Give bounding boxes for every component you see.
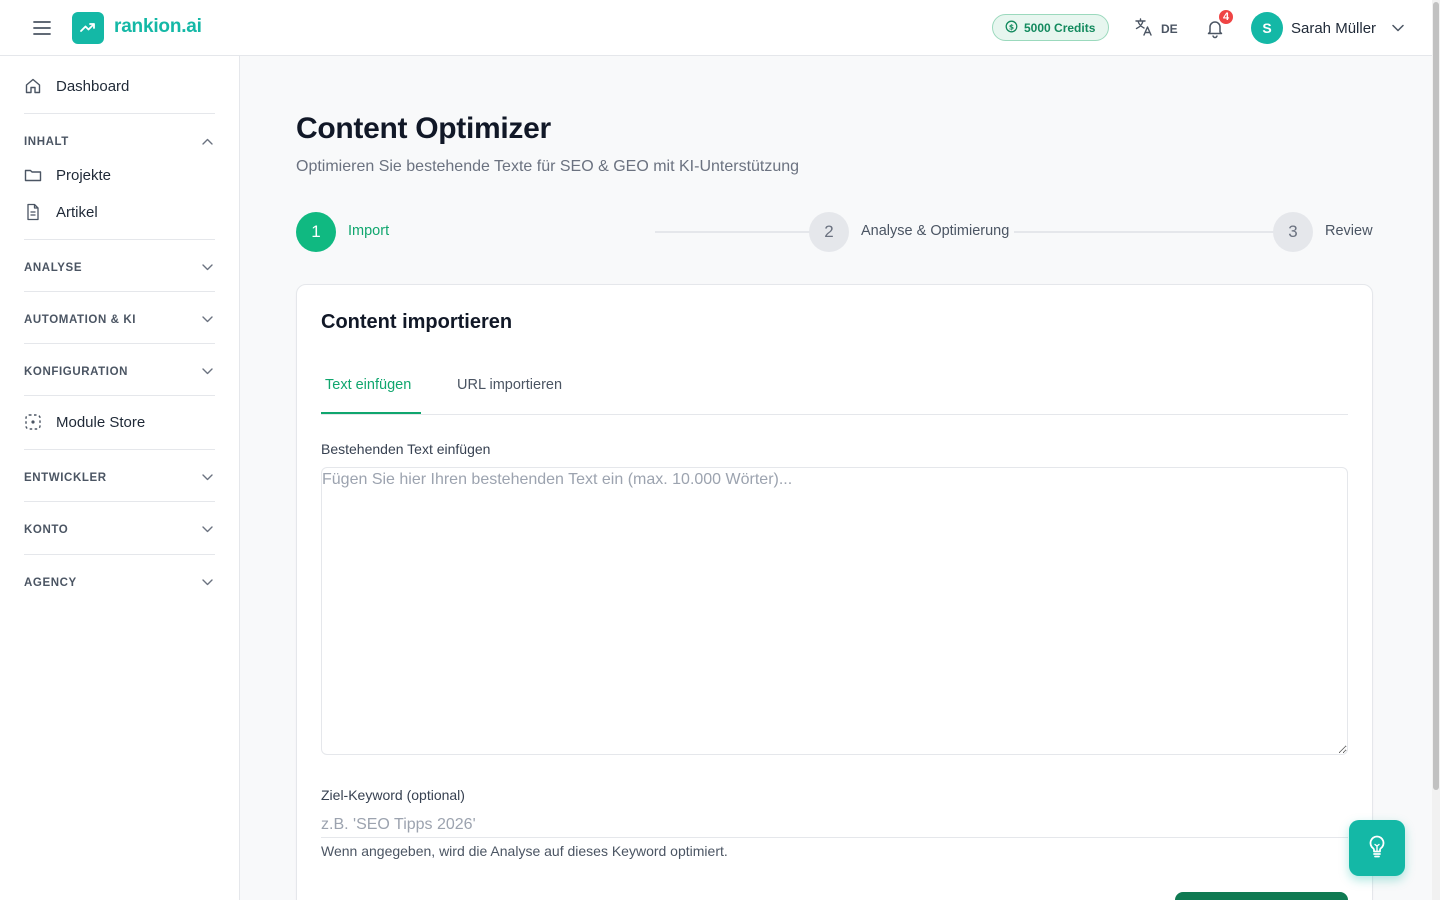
sidebar-divider	[24, 501, 215, 502]
chevron-down-icon	[202, 314, 213, 326]
dashed-box-icon	[24, 413, 42, 431]
scrollbar-thumb[interactable]	[1433, 2, 1439, 790]
notification-count-badge: 4	[1217, 8, 1235, 26]
credits-label: 5000 Credits	[1024, 20, 1096, 35]
page-title: Content Optimizer	[296, 112, 551, 145]
tab-url-importieren[interactable]: URL importieren	[457, 377, 562, 393]
sidebar-item-label: Projekte	[56, 166, 112, 184]
sidebar-item-label: Dashboard	[56, 77, 130, 95]
chevron-up-icon	[202, 136, 213, 148]
sidebar-divider	[24, 291, 215, 292]
tabs-divider	[321, 414, 1348, 415]
translate-icon	[1134, 17, 1154, 40]
keyword-input[interactable]	[321, 812, 1348, 838]
active-tab-indicator	[321, 412, 421, 414]
sidebar-divider	[24, 113, 215, 114]
sidebar-section-analyse[interactable]: ANALYSE	[24, 256, 215, 280]
app-logo-text[interactable]: rankion.ai	[114, 16, 202, 38]
chevron-down-icon	[202, 366, 213, 378]
sidebar-item-projekte[interactable]: Projekte	[24, 159, 215, 191]
sidebar-section-automation[interactable]: AUTOMATION & KI	[24, 308, 215, 332]
sidebar-section-agency[interactable]: AGENCY	[24, 571, 215, 595]
section-label: ANALYSE	[24, 262, 83, 274]
sidebar-section-entwickler[interactable]: ENTWICKLER	[24, 466, 215, 490]
section-label: AUTOMATION & KI	[24, 314, 137, 326]
section-label: INHALT	[24, 136, 69, 148]
step-2-circle: 2	[809, 212, 849, 252]
step-2-label: Analyse & Optimierung	[861, 223, 1010, 239]
user-menu[interactable]: S Sarah Müller	[1251, 12, 1404, 44]
text-field-label: Bestehenden Text einfügen	[321, 441, 491, 457]
sidebar-divider	[24, 554, 215, 555]
sidebar-item-label: Artikel	[56, 203, 98, 221]
sidebar-section-konfiguration[interactable]: KONFIGURATION	[24, 360, 215, 384]
step-1-circle: 1	[296, 212, 336, 252]
sidebar-item-module-store[interactable]: Module Store	[24, 406, 215, 438]
chevron-down-icon	[202, 472, 213, 484]
existing-text-textarea[interactable]	[321, 467, 1348, 755]
sidebar-divider	[24, 239, 215, 240]
coin-icon: $	[1005, 20, 1018, 36]
sidebar-item-artikel[interactable]: Artikel	[24, 196, 215, 228]
section-label: ENTWICKLER	[24, 472, 107, 484]
home-icon	[24, 77, 42, 95]
page-scrollbar[interactable]	[1432, 0, 1440, 900]
idea-fab-button[interactable]	[1349, 820, 1405, 876]
sidebar-divider	[24, 449, 215, 450]
sidebar-divider	[24, 343, 215, 344]
chevron-down-icon	[202, 577, 213, 589]
document-icon	[24, 203, 42, 221]
keyword-field-label: Ziel-Keyword (optional)	[321, 787, 465, 803]
sidebar-item-label: Module Store	[56, 413, 146, 431]
section-label: KONFIGURATION	[24, 366, 129, 378]
user-name: Sarah Müller	[1291, 19, 1377, 37]
chevron-down-icon	[202, 524, 213, 536]
page-subtitle: Optimieren Sie bestehende Texte für SEO …	[296, 158, 800, 175]
folder-icon	[24, 166, 42, 184]
sidebar-item-dashboard[interactable]: Dashboard	[24, 70, 215, 102]
svg-text:$: $	[1009, 22, 1014, 31]
section-label: KONTO	[24, 524, 69, 536]
tab-text-einfuegen[interactable]: Text einfügen	[325, 377, 411, 393]
card-title: Content importieren	[321, 311, 513, 333]
sidebar-section-konto[interactable]: KONTO	[24, 518, 215, 542]
chevron-down-icon	[1392, 19, 1404, 37]
top-header: rankion.ai $ 5000 Credits DE 4 S Sarah M…	[0, 0, 1432, 56]
trending-up-icon[interactable]	[72, 12, 104, 44]
credits-badge[interactable]: $ 5000 Credits	[992, 14, 1110, 41]
sidebar-section-inhalt[interactable]: INHALT	[24, 130, 215, 154]
step-1-label: Import	[348, 223, 390, 239]
stepper-connector	[655, 231, 810, 233]
stepper-connector	[1014, 231, 1274, 233]
keyword-hint: Wenn angegeben, wird die Analyse auf die…	[321, 843, 728, 859]
language-code: DE	[1161, 21, 1178, 36]
lightbulb-icon	[1364, 833, 1390, 864]
step-3-label: Review	[1325, 223, 1373, 239]
sidebar-divider	[24, 395, 215, 396]
language-switcher[interactable]: DE	[1134, 17, 1178, 40]
chevron-down-icon	[202, 262, 213, 274]
hamburger-menu-icon[interactable]	[30, 16, 54, 40]
primary-action-button[interactable]	[1175, 892, 1348, 900]
step-3-circle: 3	[1273, 212, 1313, 252]
avatar: S	[1251, 12, 1283, 44]
section-label: AGENCY	[24, 577, 77, 589]
